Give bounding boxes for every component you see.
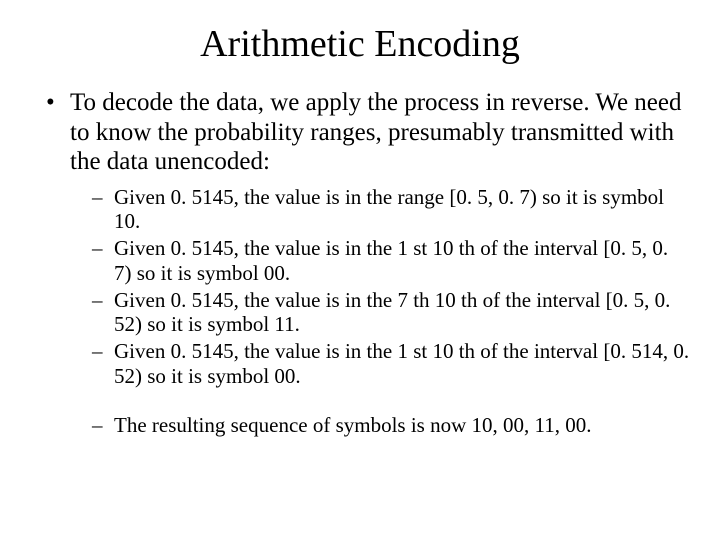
main-bullet-text: To decode the data, we apply the process… [70,89,682,175]
sub-bullet-2: Given 0. 5145, the value is in the 1 st … [98,236,690,286]
sub-bullet-1: Given 0. 5145, the value is in the range… [98,185,690,235]
bullet-list-level-1: To decode the data, we apply the process… [30,88,690,437]
spacer [98,391,690,413]
slide-title: Arithmetic Encoding [30,22,690,66]
sub-bullet-result: The resulting sequence of symbols is now… [98,413,690,438]
main-bullet: To decode the data, we apply the process… [52,88,690,437]
bullet-list-level-2: Given 0. 5145, the value is in the range… [70,185,690,438]
slide: Arithmetic Encoding To decode the data, … [0,0,720,540]
sub-bullet-3: Given 0. 5145, the value is in the 7 th … [98,288,690,338]
sub-bullet-4: Given 0. 5145, the value is in the 1 st … [98,339,690,389]
